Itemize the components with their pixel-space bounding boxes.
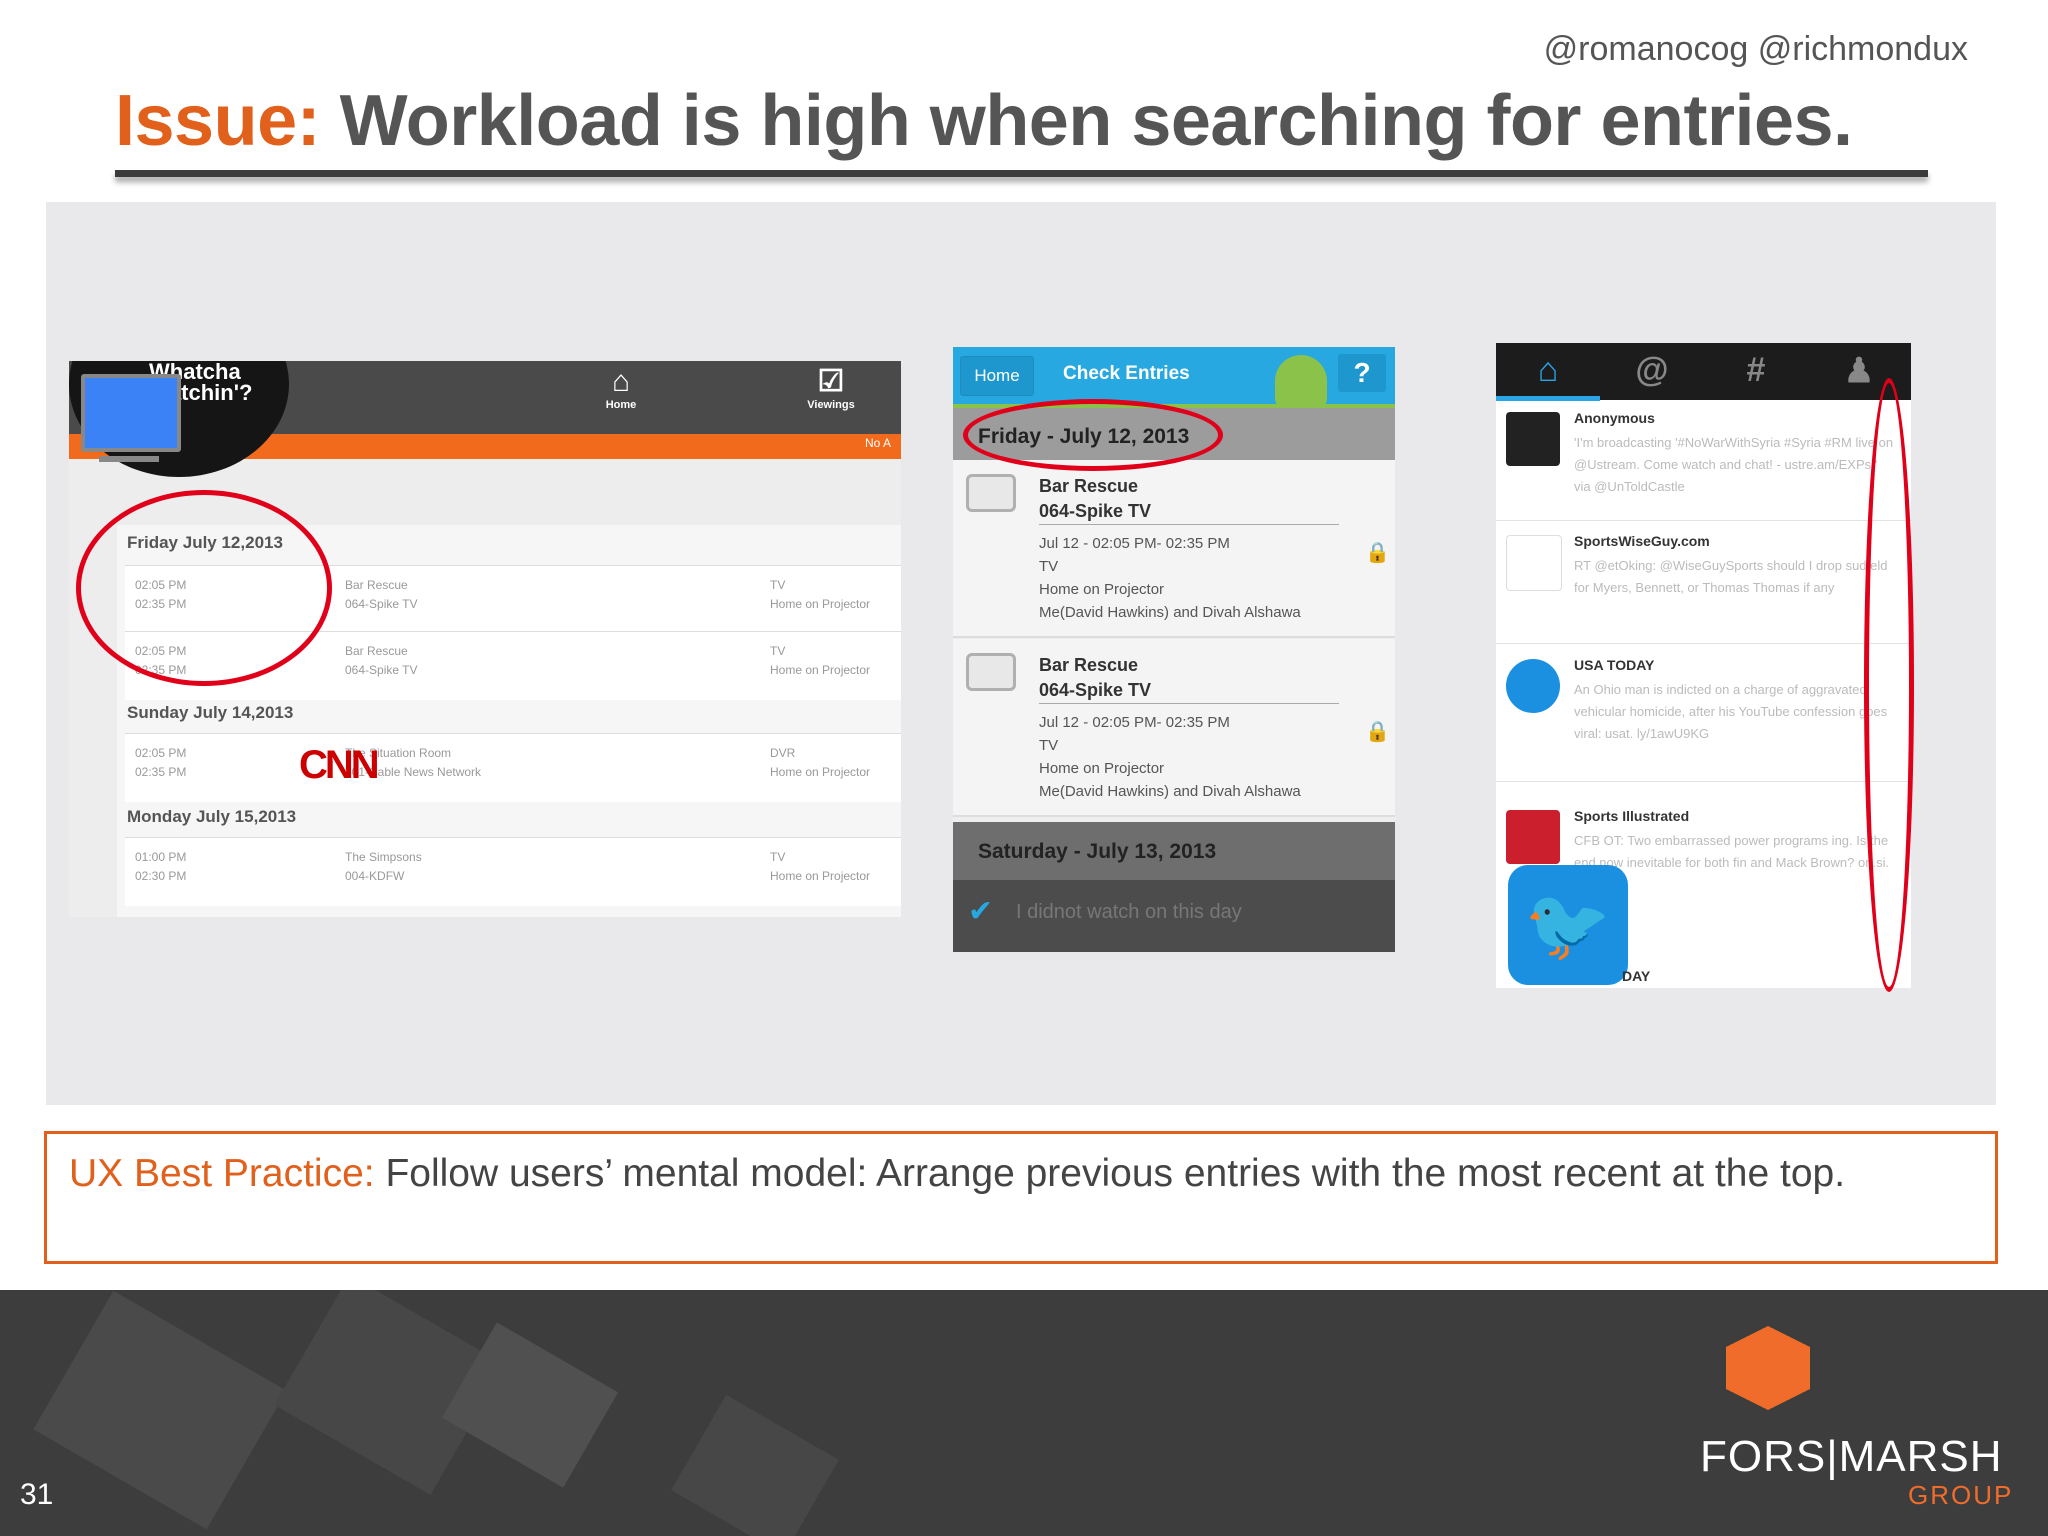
checkmark-icon: ✔	[968, 895, 994, 928]
avatar	[1506, 659, 1560, 713]
tweet-text: 'I'm broadcasting '#NoWarWithSyria #Syri…	[1574, 435, 1894, 494]
calendar-check-icon: ☑	[817, 365, 845, 398]
tweet-author: SportsWiseGuy.com	[1574, 533, 1710, 549]
did-not-watch-label: I didnot watch on this day	[1016, 901, 1242, 923]
divider	[1039, 703, 1339, 704]
best-practice-keyword: UX Best Practice:	[69, 1152, 375, 1195]
highlight-circle	[963, 399, 1223, 471]
tweet[interactable]: Anonymous 'I'm broadcasting '#NoWarWithS…	[1496, 400, 1911, 521]
lock-icon: 🔒	[1365, 721, 1390, 743]
entry-card[interactable]: Bar Rescue 064-Spike TV Jul 12 - 02:05 P…	[953, 460, 1395, 638]
tweet-author: Sports Illustrated	[1574, 808, 1690, 824]
home-icon[interactable]: ⌂	[1496, 351, 1600, 390]
cnn-logo: CNN	[299, 743, 380, 787]
nav-viewings-label: Viewings	[807, 399, 855, 411]
footer-band	[0, 1290, 2048, 1536]
item-show: The Simpsons 004-KDFW	[345, 850, 422, 883]
item-detail: TV Home on Projector	[770, 850, 871, 883]
entry-detail: Jul 12 - 02:05 PM- 02:35 PM TV Home on P…	[1039, 535, 1301, 621]
nav-home-label: Home	[605, 399, 637, 411]
slide-title: Issue: Workload is high when searching f…	[115, 80, 1853, 162]
screen-title: Check Entries	[1063, 363, 1190, 384]
entry-card[interactable]: Bar Rescue 064-Spike TV Jul 12 - 02:05 P…	[953, 639, 1395, 817]
profile-icon[interactable]: ♟	[1807, 351, 1911, 391]
tweet[interactable]: SportsWiseGuy.com RT @etOking: @WiseGuyS…	[1496, 523, 1911, 644]
best-practice-box: UX Best Practice: Follow users’ mental m…	[44, 1131, 1998, 1264]
date-header: Saturday - July 13, 2013	[978, 840, 1217, 863]
entry-detail: Jul 12 - 02:05 PM- 02:35 PM TV Home on P…	[1039, 714, 1301, 800]
highlight-circle	[1864, 378, 1914, 992]
decorative-cube	[33, 1290, 287, 1530]
item-show: Bar Rescue 064-Spike TV	[345, 644, 418, 677]
tweet[interactable]: USA TODAY An Ohio man is indicted on a c…	[1496, 647, 1911, 782]
header-corner-text: No A	[865, 436, 892, 450]
date-header: Sunday July 14,2013	[127, 703, 294, 722]
tweet-author: USA TODAY	[1574, 657, 1655, 673]
entry-show: Bar Rescue 064-Spike TV	[1039, 655, 1152, 700]
list-item[interactable]: 02:05 PM 02:35 PM The Situation Room 301…	[125, 733, 901, 802]
best-practice-text: UX Best Practice: Follow users’ mental m…	[69, 1146, 1969, 1202]
item-detail: TV Home on Projector	[770, 644, 871, 677]
twitter-timeline-screenshot: ⌂ @ # ♟ Anonymous 'I'm broadcasting '#No…	[1496, 343, 1911, 988]
tweet-text: RT @etOking: @WiseGuySports should I dro…	[1574, 558, 1888, 595]
title-text: Workload is high when searching for entr…	[320, 81, 1853, 161]
hashtag-icon[interactable]: #	[1704, 351, 1808, 390]
tweet-author: Anonymous	[1574, 410, 1655, 426]
home-button[interactable]: Home	[960, 356, 1034, 396]
item-show: Bar Rescue 064-Spike TV	[345, 578, 418, 611]
company-logo-group: GROUP	[1908, 1480, 2014, 1510]
highlight-circle	[76, 490, 332, 686]
item-detail: DVR Home on Projector	[770, 746, 871, 779]
page-number: 31	[20, 1478, 54, 1511]
author-handles: @romanocog @richmondux	[1543, 30, 1968, 68]
help-button[interactable]: ?	[1338, 354, 1386, 392]
nav-home-button[interactable]: ⌂ Home	[581, 365, 661, 411]
tweet-text: An Ohio man is indicted on a charge of a…	[1574, 682, 1888, 741]
list-item[interactable]: 01:00 PM 02:30 PM The Simpsons 004-KDFW …	[125, 837, 901, 906]
nav-viewings-button[interactable]: ☑ Viewings	[791, 365, 871, 411]
twitter-bird-icon: 🐦	[1508, 865, 1628, 985]
avatar	[1506, 535, 1562, 591]
mentions-icon[interactable]: @	[1600, 351, 1704, 390]
company-logo-name: FORS|MARSH	[1700, 1432, 2003, 1481]
tweet-author: DAY	[1622, 968, 1651, 984]
entry-show: Bar Rescue 064-Spike TV	[1039, 476, 1152, 521]
item-time: 01:00 PM 02:30 PM	[135, 850, 187, 883]
divider	[1039, 524, 1339, 525]
date-header: Monday July 15,2013	[127, 807, 297, 826]
tv-icon	[81, 374, 181, 452]
item-detail: TV Home on Projector	[770, 578, 871, 611]
title-keyword: Issue:	[115, 81, 321, 161]
lock-icon: 🔒	[1365, 542, 1390, 564]
best-practice-body: Follow users’ mental model: Arrange prev…	[374, 1152, 1846, 1195]
avatar	[1506, 810, 1560, 864]
decorative-cube	[671, 1394, 839, 1536]
avatar	[1506, 412, 1560, 466]
android-icon	[1275, 355, 1327, 407]
tv-icon	[966, 474, 1016, 512]
home-icon: ⌂	[611, 365, 631, 398]
tv-stand-icon	[99, 456, 159, 462]
item-time: 02:05 PM 02:35 PM	[135, 746, 187, 779]
tv-icon	[966, 653, 1016, 691]
title-underline	[115, 170, 1928, 177]
